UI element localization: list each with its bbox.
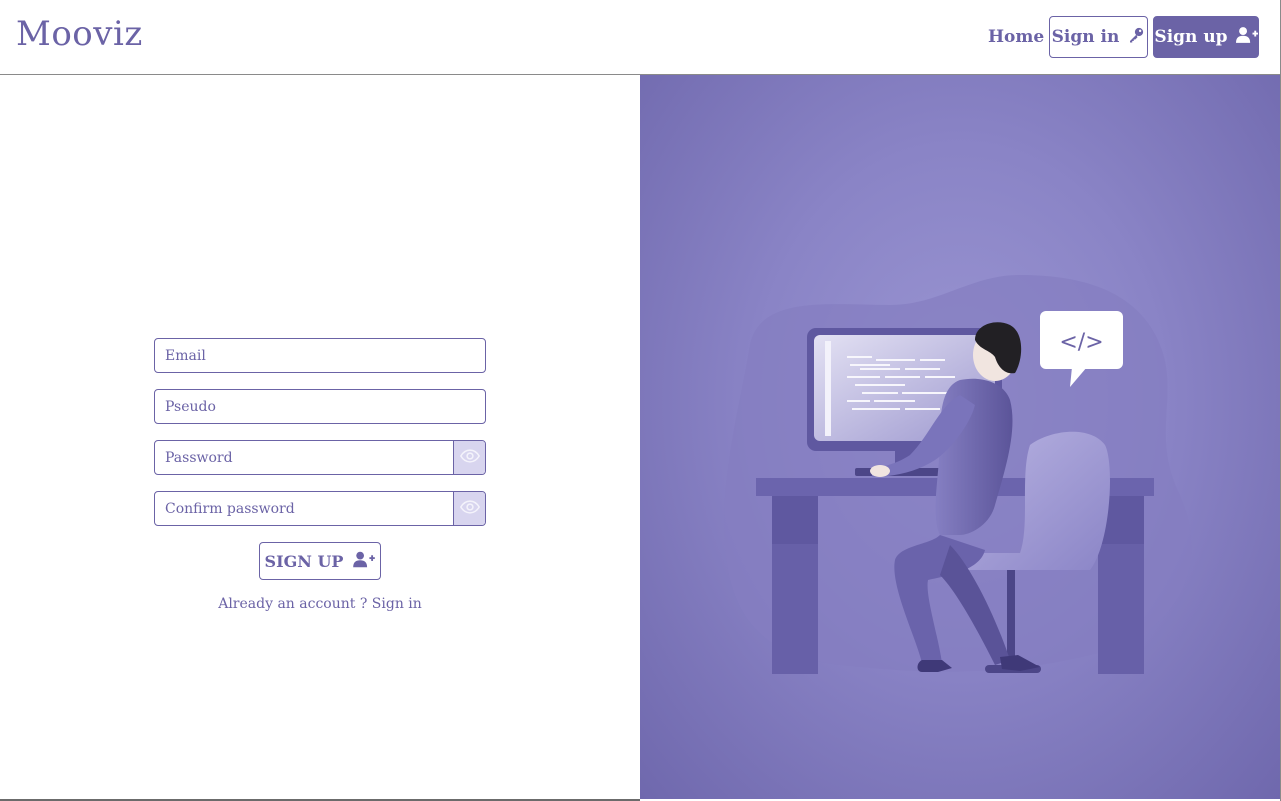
eye-icon: [459, 448, 480, 467]
nav-signin-label: Sign in: [1051, 27, 1120, 47]
pseudo-input[interactable]: [155, 390, 485, 423]
logo[interactable]: Mooviz: [16, 14, 143, 54]
code-bubble-text: </>: [1059, 330, 1103, 355]
email-input[interactable]: [155, 339, 485, 372]
password-input[interactable]: [155, 441, 453, 474]
developer-at-desk-illustration: </>: [724, 275, 1192, 674]
nav-signin-button[interactable]: Sign in: [1049, 16, 1148, 58]
confirm-password-field: [154, 491, 486, 526]
signup-submit-label: SIGN UP: [264, 551, 344, 571]
nav-home-link[interactable]: Home: [988, 27, 1044, 47]
hero-illustration: </>: [640, 75, 1280, 799]
signup-submit-button[interactable]: SIGN UP: [259, 542, 381, 580]
signin-link[interactable]: Already an account ? Sign in: [154, 596, 486, 612]
eye-icon: [459, 499, 480, 518]
navbar: Mooviz Home Sign in Sign up: [0, 0, 1281, 75]
nav-signup-button[interactable]: Sign up: [1153, 16, 1259, 58]
user-plus-icon: [1235, 26, 1258, 49]
toggle-password-button[interactable]: [453, 441, 485, 474]
pseudo-field: [154, 389, 486, 424]
email-field: [154, 338, 486, 373]
nav-signup-label: Sign up: [1154, 27, 1228, 47]
key-icon: [1127, 26, 1145, 49]
user-plus-icon: [353, 551, 376, 572]
password-field: [154, 440, 486, 475]
toggle-confirm-password-button[interactable]: [453, 492, 485, 525]
confirm-password-input[interactable]: [155, 492, 453, 525]
